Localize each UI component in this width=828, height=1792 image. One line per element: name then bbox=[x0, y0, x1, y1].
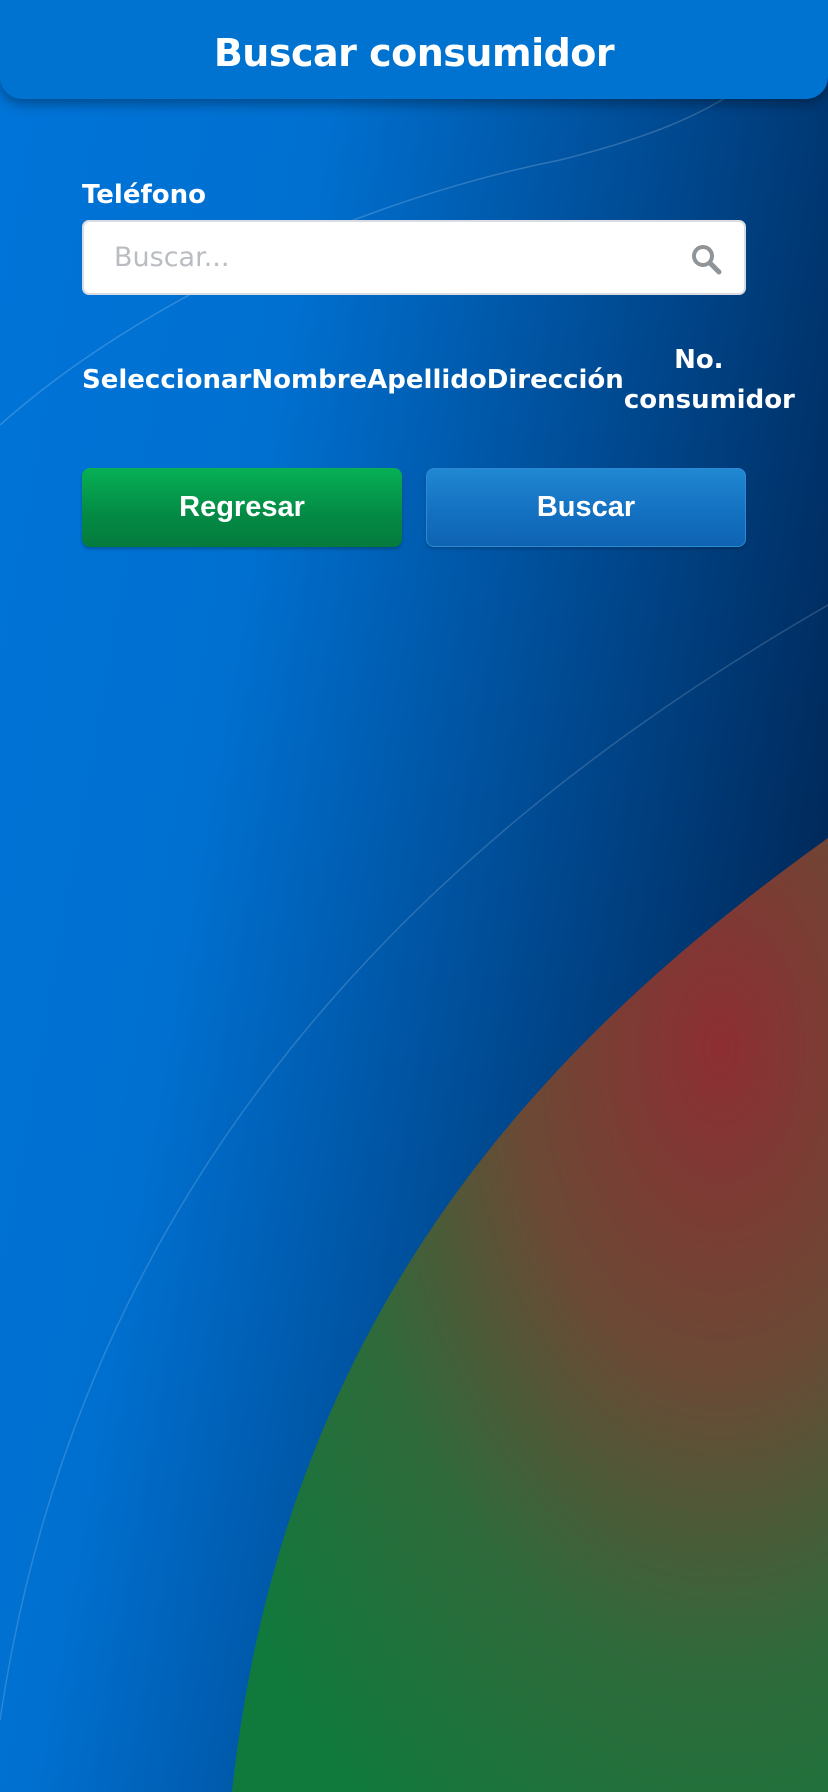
column-header-select: Seleccionar bbox=[82, 365, 252, 395]
search-button[interactable]: Buscar bbox=[426, 468, 746, 547]
column-header-address: Dirección bbox=[486, 365, 624, 395]
column-header-consumer-number: No. consumidor bbox=[623, 345, 795, 415]
phone-label: Teléfono bbox=[82, 180, 207, 210]
column-header-name: Nombre bbox=[251, 365, 368, 395]
page-title: Buscar consumidor bbox=[213, 30, 615, 75]
app-header: Buscar consumidor bbox=[0, 0, 828, 99]
search-button-label: Buscar bbox=[536, 491, 636, 523]
back-button-label: Regresar bbox=[179, 491, 305, 523]
results-table-header: Seleccionar Nombre Apellido Dirección No… bbox=[82, 340, 795, 420]
phone-search-field[interactable] bbox=[82, 220, 746, 295]
app-screen: Buscar consumidor Teléfono Seleccionar N… bbox=[0, 0, 828, 1792]
background-swoosh-shape bbox=[232, 838, 828, 1792]
back-button[interactable]: Regresar bbox=[82, 468, 402, 547]
phone-search-input[interactable] bbox=[84, 222, 664, 293]
search-icon[interactable] bbox=[690, 243, 722, 275]
column-header-lastname: Apellido bbox=[367, 365, 487, 395]
background-arc-line-bottom bbox=[0, 604, 828, 1721]
